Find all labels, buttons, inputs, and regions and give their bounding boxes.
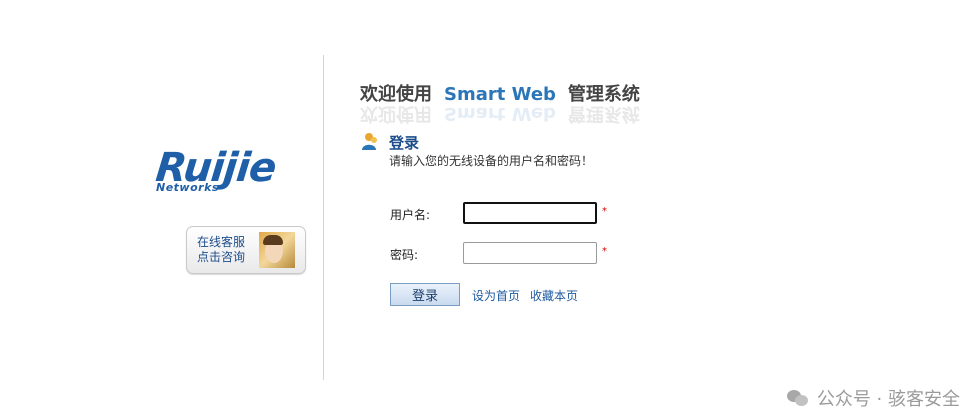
username-label: 用户名: bbox=[390, 208, 431, 222]
support-text: 在线客服 点击咨询 bbox=[197, 235, 257, 265]
login-description: 请输入您的无线设备的用户名和密码！ bbox=[389, 154, 594, 168]
page-title: 欢迎使用 Smart Web 管理系统 欢迎使用 Smart Web 管理系统 bbox=[360, 80, 640, 124]
wechat-icon bbox=[786, 389, 809, 407]
set-homepage-link[interactable]: 设为首页 bbox=[472, 287, 520, 304]
password-required-mark: * bbox=[602, 246, 607, 257]
watermark-text: 公众号 · 骇客安全 bbox=[816, 389, 960, 410]
password-label: 密码: bbox=[390, 248, 419, 262]
vertical-divider bbox=[323, 55, 324, 380]
watermark: 公众号 · 骇客安全 bbox=[786, 385, 960, 411]
bookmark-page-link[interactable]: 收藏本页 bbox=[530, 287, 578, 304]
login-button[interactable]: 登录 bbox=[390, 283, 460, 306]
login-heading: 登录 bbox=[389, 134, 420, 152]
username-required-mark: * bbox=[602, 206, 607, 217]
password-input[interactable] bbox=[463, 242, 597, 264]
support-line-2: 点击咨询 bbox=[197, 250, 246, 264]
support-agent-avatar bbox=[259, 232, 295, 268]
brand-subtitle: Networks bbox=[156, 181, 219, 194]
online-support-button[interactable]: 在线客服 点击咨询 bbox=[186, 226, 306, 274]
support-line-1: 在线客服 bbox=[197, 235, 246, 249]
username-input[interactable] bbox=[463, 202, 597, 224]
title-part-1: 欢迎使用 bbox=[360, 84, 432, 105]
title-part-2: Smart Web bbox=[444, 84, 556, 105]
brand-logo: Ruijie Networks bbox=[150, 145, 310, 200]
user-icon bbox=[362, 133, 377, 150]
title-part-3: 管理系统 bbox=[567, 84, 640, 105]
